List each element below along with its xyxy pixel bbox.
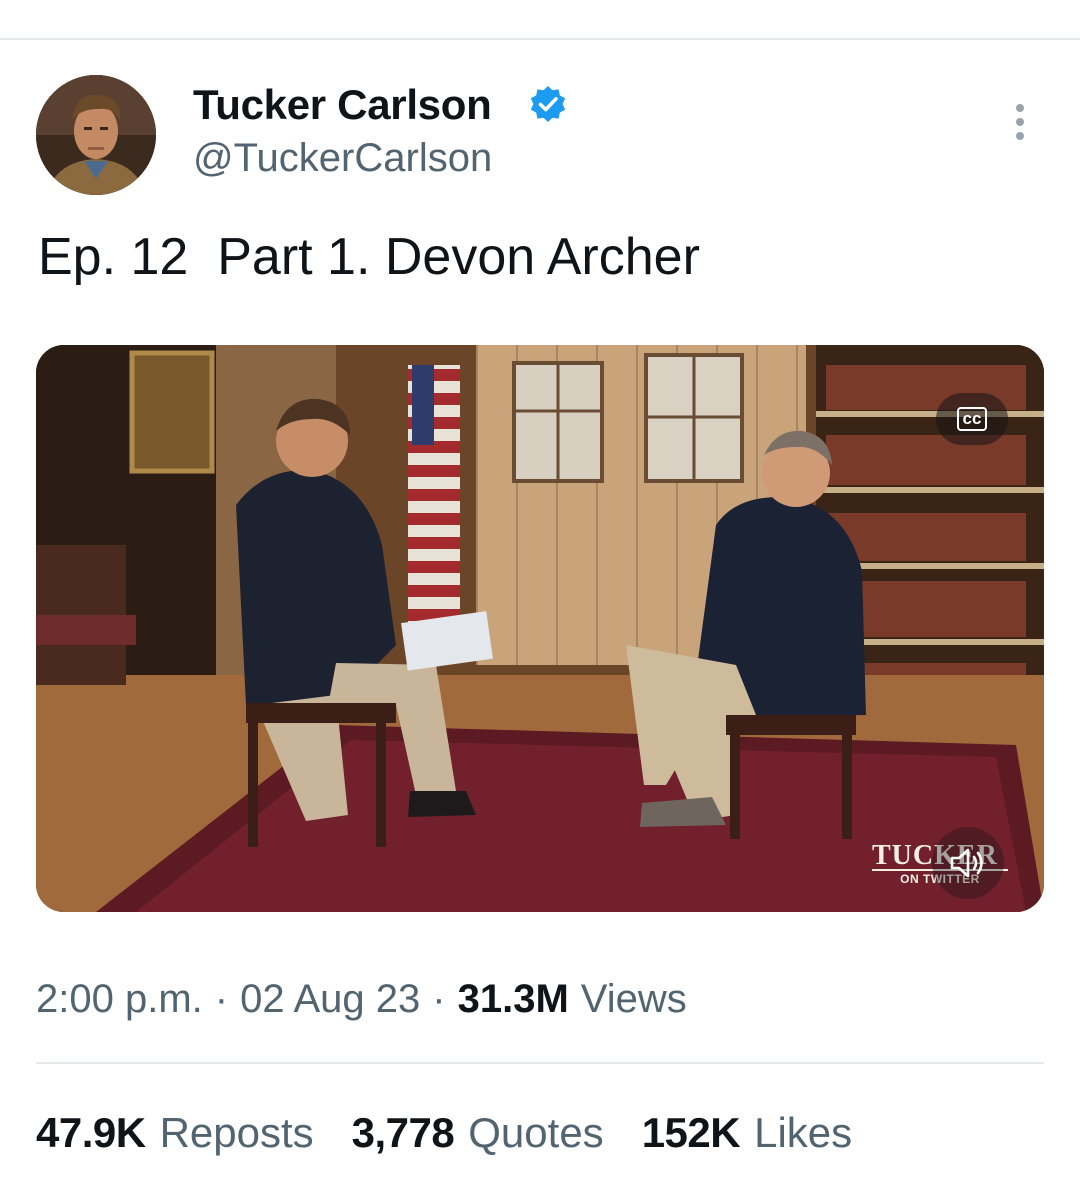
reposts-label: Reposts: [159, 1109, 314, 1156]
tweet-detail: Tucker Carlson @TuckerCarlson Ep. 12 Par…: [0, 0, 1080, 1194]
meta-separator: ·: [214, 977, 229, 1021]
more-dot-icon: [1016, 132, 1024, 140]
author-avatar[interactable]: [36, 75, 156, 195]
views-label: Views: [580, 977, 687, 1021]
tweet-date[interactable]: 02 Aug 23: [240, 975, 420, 1023]
author-handle[interactable]: @TuckerCarlson: [193, 134, 492, 182]
engagement-stats: 47.9K Reposts 3,778 Quotes 152K Likes: [36, 1108, 890, 1158]
more-dot-icon: [1016, 104, 1024, 112]
video-thumbnail: [36, 345, 1044, 912]
cc-icon: CC: [956, 407, 988, 431]
likes-count: 152K: [641, 1109, 741, 1156]
tweet-text: Ep. 12 Part 1. Devon Archer: [38, 228, 700, 286]
views-count: 31.3M: [457, 977, 569, 1021]
author-name[interactable]: Tucker Carlson: [193, 80, 492, 130]
tweet-meta: 2:00 p.m. · 02 Aug 23 · 31.3M Views: [36, 975, 687, 1023]
quotes-label: Quotes: [468, 1109, 604, 1156]
tweet-time[interactable]: 2:00 p.m.: [36, 975, 203, 1023]
more-options-button[interactable]: [1000, 100, 1040, 144]
top-divider: [0, 38, 1080, 40]
quotes-stat[interactable]: 3,778 Quotes: [352, 1108, 604, 1158]
reposts-count: 47.9K: [36, 1109, 146, 1156]
video-player[interactable]: CC TUCKER ON TWITTER: [36, 345, 1044, 912]
verified-badge-icon: [530, 86, 566, 122]
volume-button[interactable]: [932, 827, 1004, 899]
quotes-count: 3,778: [351, 1109, 455, 1156]
captions-button[interactable]: CC: [936, 393, 1008, 445]
meta-separator: ·: [432, 977, 446, 1021]
meta-divider: [36, 1062, 1044, 1064]
reposts-stat[interactable]: 47.9K Reposts: [36, 1108, 314, 1158]
likes-label: Likes: [754, 1109, 853, 1156]
avatar-photo: [36, 75, 156, 195]
volume-icon: [950, 848, 983, 878]
more-dot-icon: [1016, 118, 1024, 126]
likes-stat[interactable]: 152K Likes: [642, 1108, 852, 1158]
